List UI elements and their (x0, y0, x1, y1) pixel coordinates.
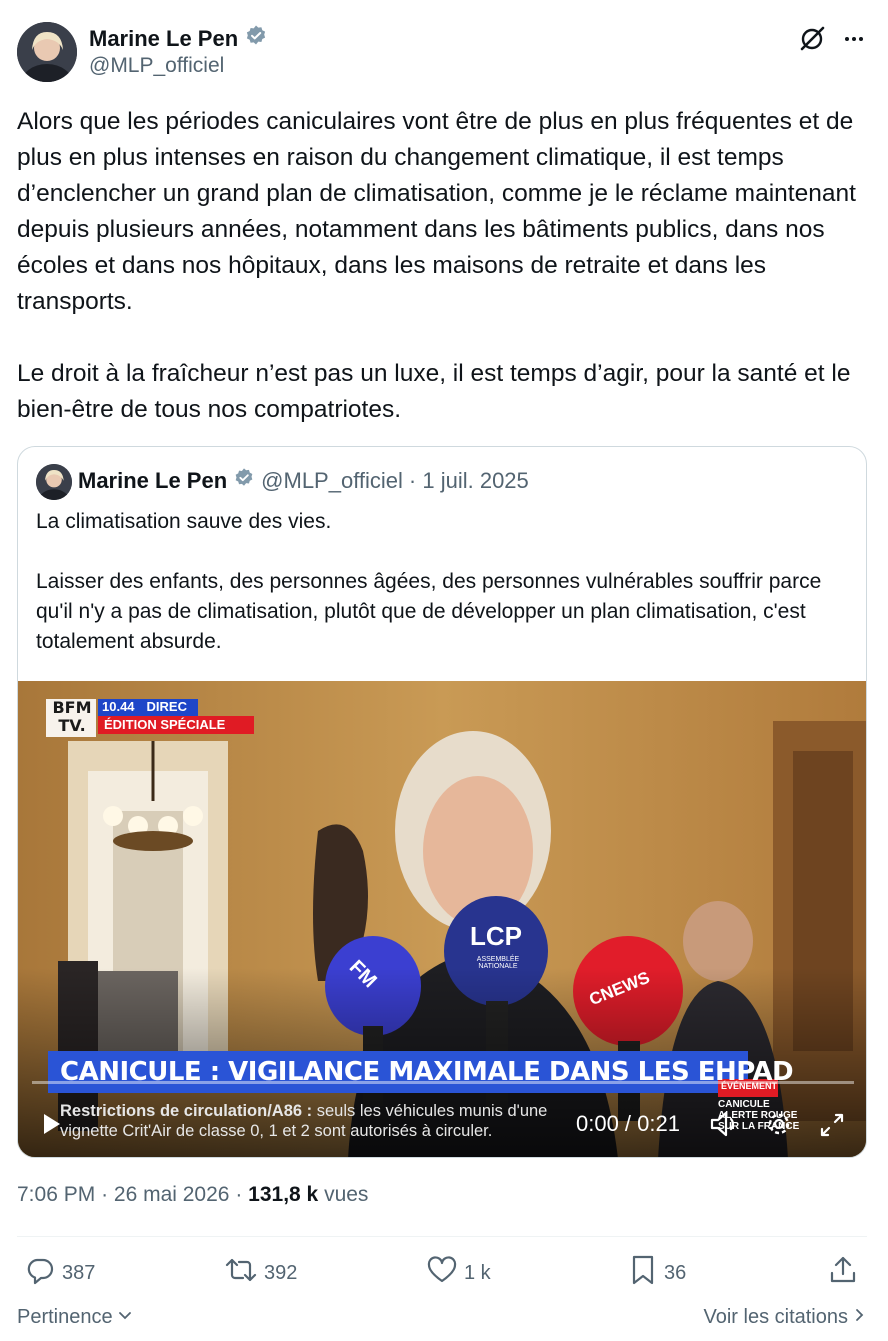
reply-button[interactable]: 387 (24, 1255, 95, 1291)
ticker-line2: vignette Crit'Air de classe 0, 1 et 2 so… (60, 1122, 493, 1140)
edition-banner: ÉDITION SPÉCIALE (104, 717, 226, 732)
bookmark-icon (628, 1254, 658, 1292)
heart-icon (426, 1254, 458, 1292)
tweet-time: 7:06 PM (17, 1183, 96, 1206)
chevron-down-icon (117, 1306, 133, 1329)
sort-label: Pertinence (17, 1306, 113, 1328)
share-icon (828, 1254, 858, 1292)
ticker-line1: seuls les véhicules munis d'une (316, 1102, 548, 1120)
bookmark-button[interactable]: 36 (628, 1255, 686, 1291)
author-name[interactable]: Marine Le Pen (89, 26, 238, 52)
quoted-tweet-card[interactable]: Marine Le Pen @MLP_officiel · 1 juil. 20… (17, 446, 867, 1158)
bookmark-count: 36 (664, 1261, 687, 1284)
quoted-author-handle: @MLP_officiel (261, 468, 403, 493)
views-count: 131,8 k (248, 1183, 319, 1206)
repost-count: 392 (264, 1261, 298, 1284)
tweet-paragraph-1: Alors que les périodes caniculaires vont… (17, 108, 856, 315)
tweet-text: Alors que les périodes caniculaires vont… (17, 104, 873, 428)
quoted-author-avatar[interactable] (36, 464, 72, 500)
quoted-paragraph-1: La climatisation sauve des vies. (36, 510, 332, 533)
quoted-author-name: Marine Le Pen (78, 468, 228, 493)
author-avatar[interactable] (17, 22, 77, 82)
tweet-date: 26 mai 2026 (113, 1183, 230, 1206)
tweet-timestamp[interactable]: 7:06 PM · 26 mai 2026 · 131,8 k vues (17, 1183, 368, 1207)
video-headline: CANICULE : VIGILANCE MAXIMALE DANS LES E… (60, 1057, 794, 1087)
mic-lcp-sub: ASSEMBLÉE NATIONALE (476, 956, 520, 970)
volume-muted-icon[interactable] (708, 1109, 740, 1139)
like-count: 1 k (464, 1261, 491, 1284)
divider (17, 1236, 867, 1237)
quoted-paragraph-2: Laisser des enfants, des personnes âgées… (36, 570, 822, 653)
view-quotes-link[interactable]: Voir les citations (703, 1306, 866, 1329)
verified-badge-icon (244, 24, 268, 53)
author-handle[interactable]: @MLP_officiel (89, 54, 224, 78)
event-tag: ÉVÉNEMENT (721, 1081, 778, 1091)
ticker-bold: Restrictions de circulation/A86 : (60, 1102, 313, 1120)
share-button[interactable] (828, 1255, 858, 1291)
channel-clock: 10.44 (102, 699, 135, 714)
tweet-paragraph-2: Le droit à la fraîcheur n’est pas un lux… (17, 360, 851, 423)
views-label: vues (324, 1183, 369, 1206)
sort-dropdown[interactable]: Pertinence (17, 1306, 133, 1329)
settings-gear-icon[interactable] (764, 1109, 794, 1139)
repost-icon (224, 1254, 258, 1292)
play-icon[interactable] (38, 1111, 64, 1137)
channel-logo-line1: BFM (52, 698, 92, 717)
quoted-date: · 1 juil. 2025 (408, 468, 529, 493)
video-time: 0:00 / 0:21 (576, 1111, 680, 1136)
live-tag: DIREC (146, 699, 187, 714)
like-button[interactable]: 1 k (426, 1255, 491, 1291)
more-options-icon[interactable] (837, 22, 871, 56)
view-quotes-label: Voir les citations (703, 1306, 848, 1328)
reply-icon (24, 1254, 56, 1292)
channel-logo-line2: TV. (58, 716, 86, 735)
quoted-text: La climatisation sauve des vies. Laisser… (36, 507, 851, 657)
quoted-verified-badge-icon (233, 467, 255, 495)
repost-button[interactable]: 392 (224, 1255, 297, 1291)
fullscreen-icon[interactable] (818, 1111, 846, 1139)
mic-lcp-label: LCP (470, 921, 522, 951)
video-player[interactable]: BFM TV. 10.44 DIREC ÉDITION SPÉCIALE LCP… (18, 681, 866, 1157)
chevron-right-icon (854, 1306, 866, 1329)
reply-count: 387 (62, 1261, 96, 1284)
grok-icon[interactable] (795, 22, 829, 56)
